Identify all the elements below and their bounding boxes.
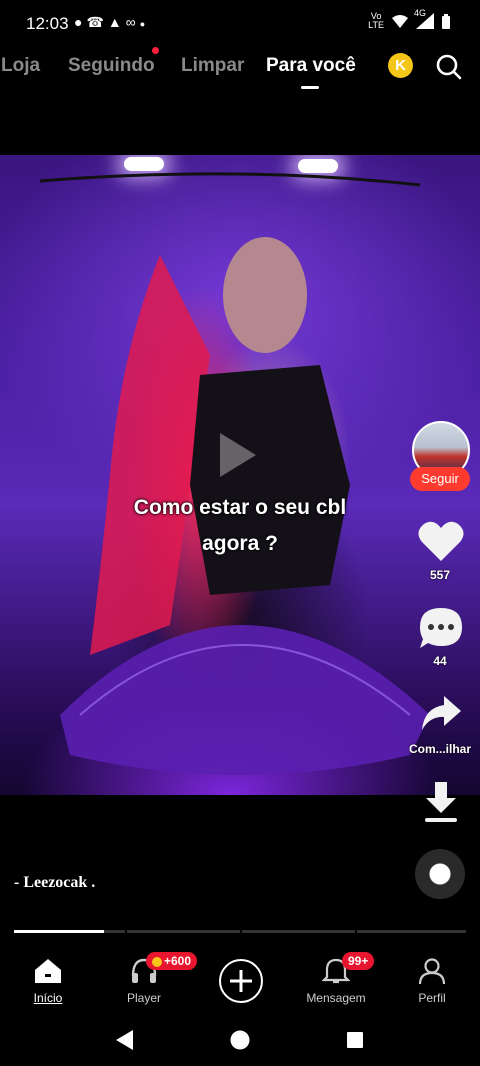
music-disc-icon[interactable]	[415, 849, 465, 899]
signal-icon: 4G	[414, 8, 434, 29]
follow-button[interactable]: Seguir	[410, 467, 470, 491]
chat-bubble-icon: ●	[74, 14, 87, 30]
post-username[interactable]: - Leezocak .	[14, 874, 95, 892]
network-type: 4G	[414, 8, 427, 18]
battery-icon	[442, 13, 450, 29]
system-navigation-bar	[0, 1012, 480, 1066]
bottom-tab-bar: Início Player +600 Mensagem 99+ Perfil	[0, 948, 480, 1012]
tab-loja[interactable]: Loja	[1, 55, 40, 77]
comment-icon[interactable]	[418, 606, 464, 650]
dot-icon: ●	[139, 19, 150, 29]
share-icon[interactable]	[420, 694, 462, 732]
tab-perfil[interactable]: Perfil	[392, 958, 472, 1005]
coin-small-icon	[152, 956, 162, 967]
download-icon[interactable]	[422, 780, 460, 824]
message-badge: 99+	[342, 952, 375, 970]
active-tab-indicator	[301, 86, 319, 89]
progress-segment-gap	[125, 929, 127, 934]
system-status-icons: Vo LTE 4G	[368, 8, 450, 30]
home-icon	[35, 959, 61, 983]
volte-icon: Vo LTE	[368, 12, 384, 30]
progress-segment-gap	[355, 929, 357, 934]
share-label[interactable]: Com...ilhar	[405, 742, 475, 756]
caption-line-2: agora ?	[202, 532, 278, 555]
like-count: 557	[429, 568, 451, 582]
notification-icons: ●☎▲∞●	[74, 14, 149, 31]
comment-count: 44	[433, 654, 447, 668]
progress-segment-gap	[240, 929, 242, 934]
player-badge-text: +600	[164, 954, 192, 968]
home-circle-icon[interactable]	[230, 1030, 250, 1050]
voicemail-icon: ∞	[125, 14, 140, 30]
heart-icon[interactable]	[418, 520, 464, 562]
coin-icon[interactable]: K	[388, 53, 413, 78]
tab-para-voce[interactable]: Para você	[266, 55, 356, 77]
create-post-button[interactable]	[219, 959, 263, 1003]
android-icon: ▲	[107, 14, 126, 30]
status-time: 12:03	[26, 14, 69, 33]
tab-mensagem-label: Mensagem	[306, 991, 366, 1005]
volte-line2: LTE	[368, 20, 384, 30]
back-icon[interactable]	[116, 1030, 134, 1050]
video-caption: Como estar o seu cbl agora ?	[100, 490, 380, 562]
tab-inicio[interactable]: Início	[8, 958, 88, 1005]
video-progress-fill	[14, 930, 104, 933]
search-icon[interactable]	[436, 54, 462, 80]
recents-icon[interactable]	[347, 1032, 363, 1048]
tab-player-label: Player	[126, 991, 161, 1005]
player-badge: +600	[146, 952, 198, 970]
seguindo-notification-dot	[152, 47, 159, 54]
tab-limpar[interactable]: Limpar	[181, 55, 244, 77]
tab-seguindo[interactable]: Seguindo	[68, 55, 155, 77]
status-bar: 12:03 ●☎▲∞● Vo LTE 4G	[0, 0, 480, 46]
tab-inicio-label: Início	[33, 991, 63, 1005]
plus-icon	[230, 970, 252, 992]
caption-line-1: Como estar o seu cbl	[133, 496, 347, 519]
tab-perfil-label: Perfil	[418, 991, 446, 1005]
wifi-icon	[392, 14, 408, 28]
missed-call-icon: ☎	[86, 14, 108, 30]
play-icon[interactable]	[220, 433, 256, 477]
person-icon	[418, 958, 446, 985]
